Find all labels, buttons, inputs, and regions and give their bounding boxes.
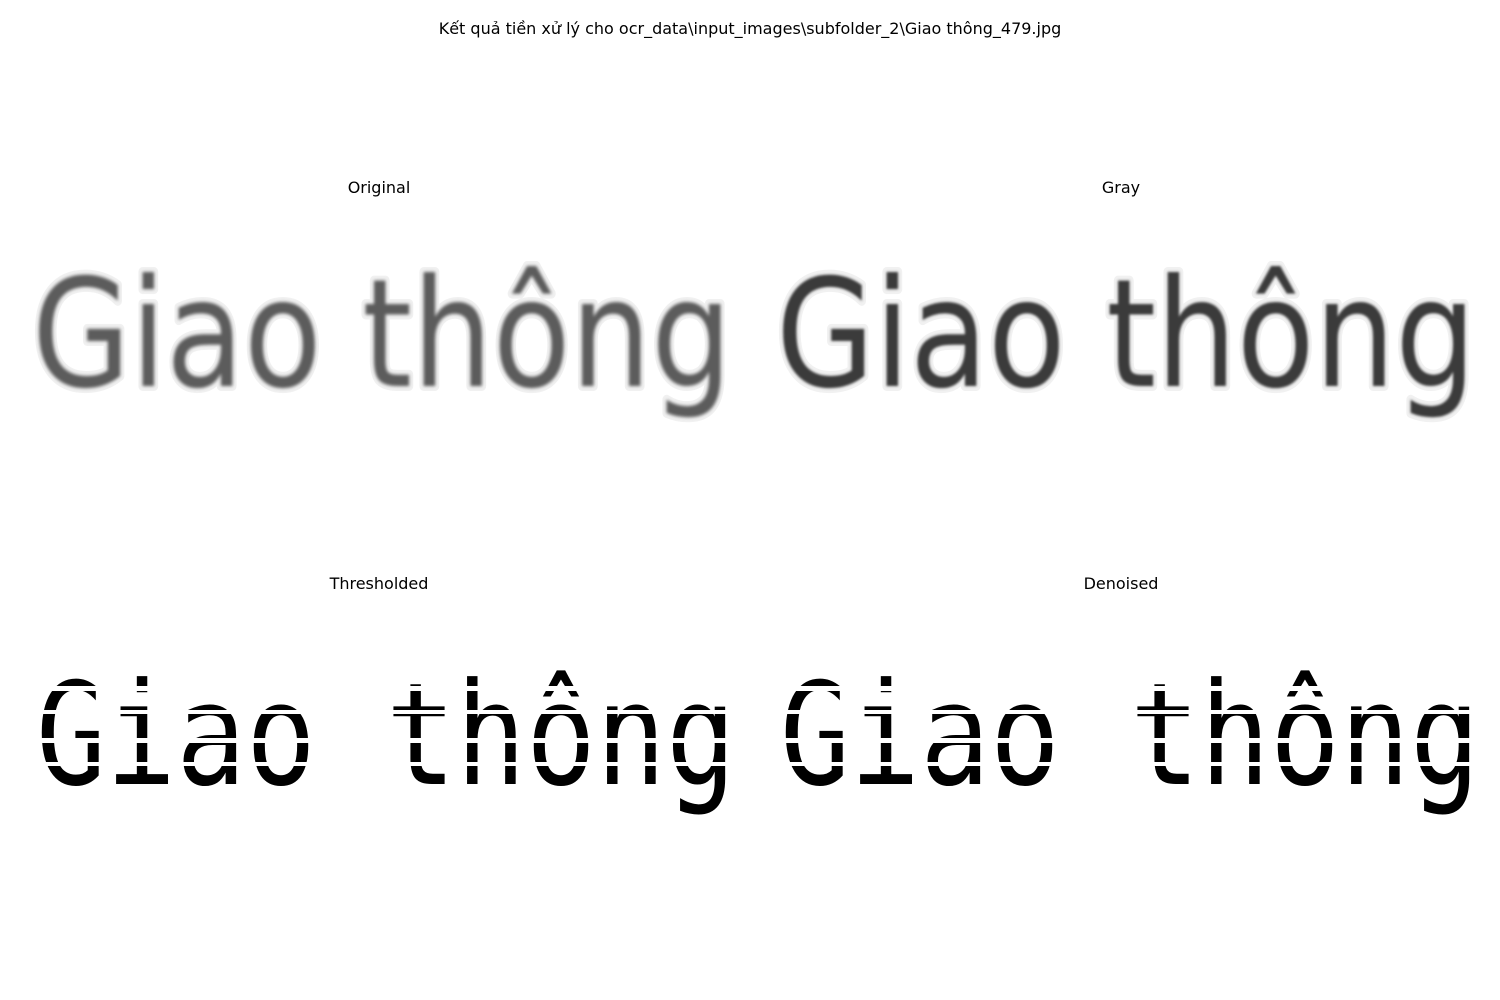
panel-title-gray: Gray <box>1101 178 1141 197</box>
thresholded-image-canvas: Giao thông <box>14 653 744 818</box>
original-image: Giao thông Giao thông <box>14 238 744 438</box>
panel-title-thresholded: Thresholded <box>329 574 429 593</box>
denoised-image-canvas: Giao thông <box>756 653 1486 818</box>
gray-image: Giao thông Giao thông <box>756 238 1486 438</box>
panel-title-original: Original <box>347 178 411 197</box>
thresholded-word: Giao thông <box>36 653 736 818</box>
panel-title-denoised: Denoised <box>1083 574 1159 593</box>
figure-title: Kết quả tiền xử lý cho ocr_data\input_im… <box>438 19 1062 38</box>
thresholded-image: Giao thông <box>14 634 744 834</box>
gray-image-canvas: Giao thông Giao thông <box>771 243 1481 427</box>
denoised-word: Giao thông <box>780 653 1480 818</box>
denoised-image: Giao thông <box>756 634 1486 834</box>
original-image-canvas: Giao thông Giao thông <box>27 243 737 427</box>
original-word: Giao thông <box>32 248 732 422</box>
gray-word: Giao thông <box>776 248 1476 422</box>
